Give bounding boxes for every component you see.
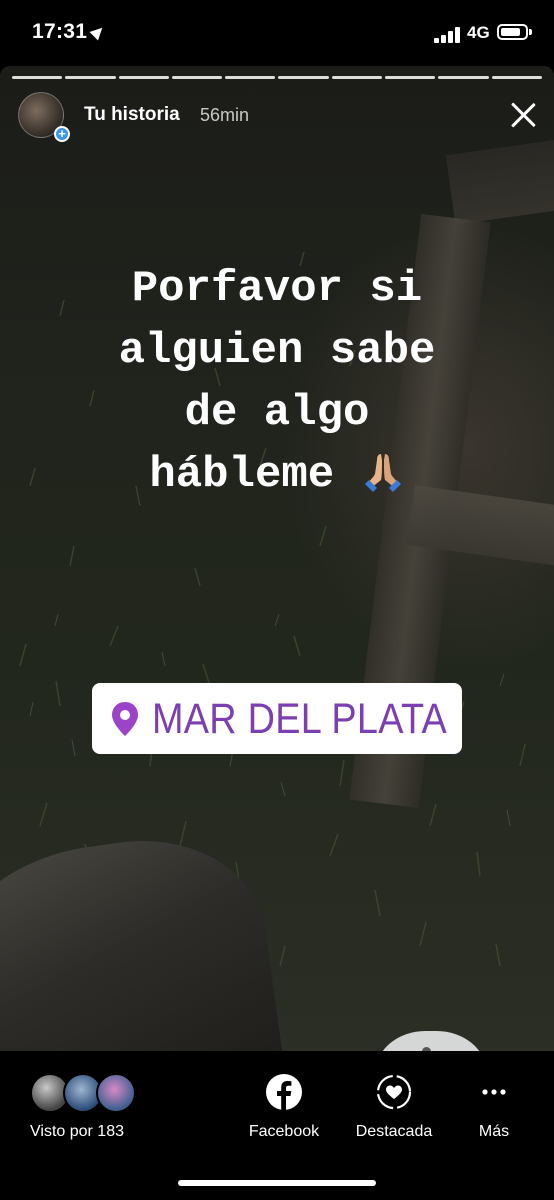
viewers-count[interactable]: Visto por 183 <box>30 1123 124 1141</box>
more-dots-icon <box>482 1089 506 1095</box>
caption-line: Porfavor si <box>131 264 423 314</box>
home-indicator[interactable] <box>178 1180 376 1186</box>
story-elapsed-time: 56min <box>200 105 250 125</box>
more-button[interactable]: Más <box>470 1074 518 1141</box>
highlight-button[interactable]: Destacada <box>350 1074 438 1141</box>
facebook-icon <box>266 1074 302 1110</box>
battery-tip <box>529 29 532 35</box>
caption-line: de algo <box>184 388 370 438</box>
location-name: MAR DEL PLATA <box>152 695 448 743</box>
network-type: 4G <box>467 23 490 42</box>
facebook-button[interactable]: Facebook <box>245 1074 323 1141</box>
viewer-avatar <box>96 1073 136 1113</box>
status-bar: 17:31 4G <box>0 0 554 66</box>
status-time: 17:31 <box>32 20 88 43</box>
close-icon[interactable] <box>508 99 540 131</box>
story-username[interactable]: Tu historia <box>84 104 180 126</box>
battery-icon <box>497 24 528 40</box>
caption-line: alguien sabe <box>118 326 436 376</box>
story-caption: Porfavor si alguien sabe de algo hábleme <box>40 258 514 506</box>
more-label: Más <box>478 1123 510 1140</box>
highlight-heart-icon <box>376 1074 412 1110</box>
story-media[interactable] <box>0 66 554 1051</box>
signal-icon <box>434 27 462 43</box>
location-sticker[interactable]: MAR DEL PLATA <box>92 683 462 754</box>
location-pin-icon <box>112 702 138 736</box>
add-story-icon[interactable]: + <box>54 126 70 142</box>
caption-line: hábleme <box>149 450 335 500</box>
viewers-avatars[interactable] <box>30 1073 140 1113</box>
highlight-label: Destacada <box>355 1123 433 1140</box>
location-arrow-icon <box>89 23 107 41</box>
story-progress-bar <box>12 76 542 79</box>
facebook-label: Facebook <box>248 1123 320 1140</box>
folded-hands-icon <box>364 454 401 492</box>
